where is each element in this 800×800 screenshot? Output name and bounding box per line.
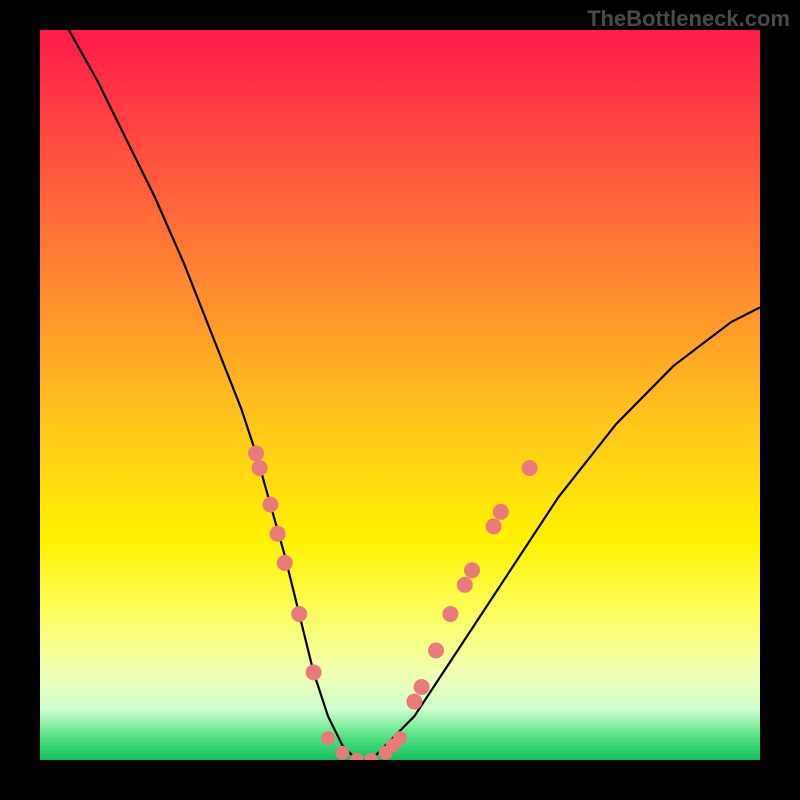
data-marker [262,497,278,513]
data-marker [277,555,293,571]
data-marker [321,731,335,745]
data-marker [457,577,473,593]
watermark-text: TheBottleneck.com [587,6,790,32]
data-marker [248,445,264,461]
data-marker [406,694,422,710]
data-marker [464,562,480,578]
curve-lines [69,30,760,760]
data-marker [306,664,322,680]
data-marker [252,460,268,476]
data-marker [486,518,502,534]
data-marker [270,526,286,542]
data-marker [335,746,349,760]
data-marker [442,606,458,622]
data-marker [493,504,509,520]
chart-plot-area [40,30,760,760]
curve-markers [248,445,538,760]
data-marker [414,679,430,695]
data-marker [393,731,407,745]
bottleneck-curve [69,30,760,760]
data-marker [428,643,444,659]
chart-svg [40,30,760,760]
data-marker [522,460,538,476]
data-marker [291,606,307,622]
